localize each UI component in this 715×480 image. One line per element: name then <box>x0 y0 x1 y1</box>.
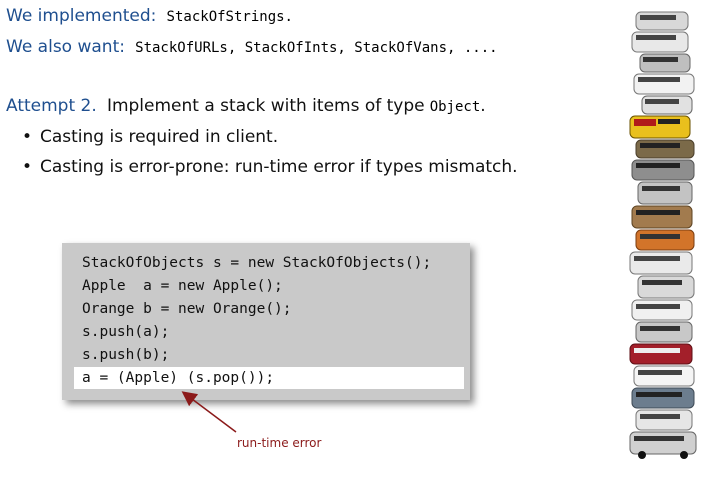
stacked-vans-image <box>618 8 708 460</box>
error-arrow-icon <box>181 391 237 433</box>
runtime-error-label: run-time error <box>237 436 322 450</box>
vans-illustration <box>629 11 697 459</box>
